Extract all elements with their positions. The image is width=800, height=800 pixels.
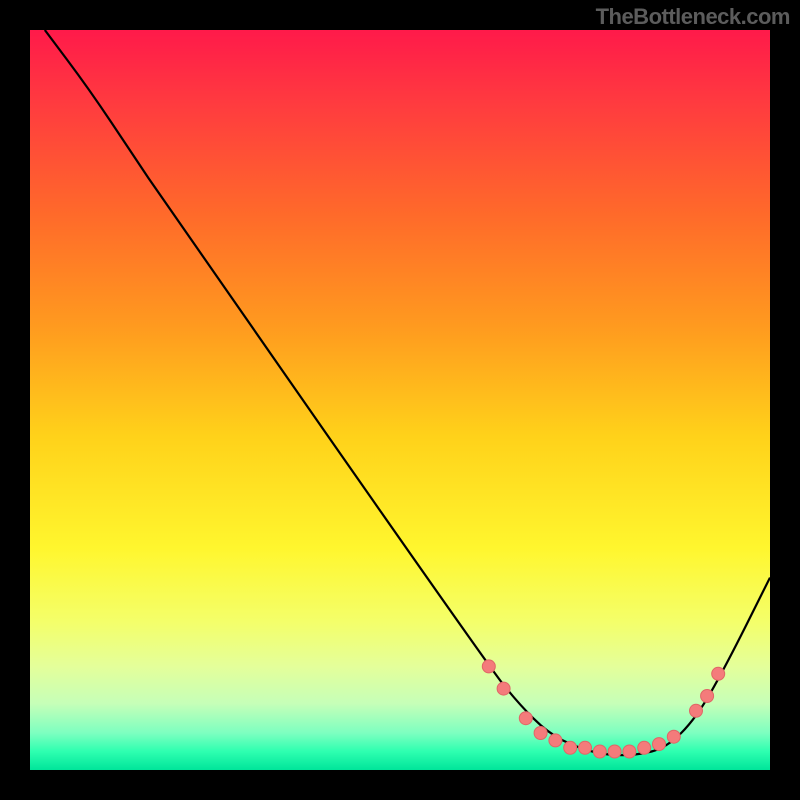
data-point bbox=[564, 741, 577, 754]
data-point bbox=[549, 734, 562, 747]
data-point bbox=[593, 745, 606, 758]
curve-layer bbox=[30, 30, 770, 770]
data-point bbox=[638, 741, 651, 754]
watermark-text: TheBottleneck.com bbox=[596, 4, 790, 30]
data-point bbox=[701, 690, 714, 703]
data-point bbox=[534, 727, 547, 740]
data-point bbox=[482, 660, 495, 673]
data-point bbox=[579, 741, 592, 754]
data-point bbox=[519, 712, 532, 725]
data-points bbox=[482, 660, 724, 758]
data-point bbox=[712, 667, 725, 680]
data-point bbox=[690, 704, 703, 717]
data-point bbox=[608, 745, 621, 758]
data-point bbox=[497, 682, 510, 695]
data-point bbox=[667, 730, 680, 743]
data-point bbox=[653, 738, 666, 751]
chart-frame: TheBottleneck.com bbox=[0, 0, 800, 800]
data-point bbox=[623, 745, 636, 758]
plot-area bbox=[30, 30, 770, 770]
bottleneck-curve bbox=[45, 30, 770, 755]
